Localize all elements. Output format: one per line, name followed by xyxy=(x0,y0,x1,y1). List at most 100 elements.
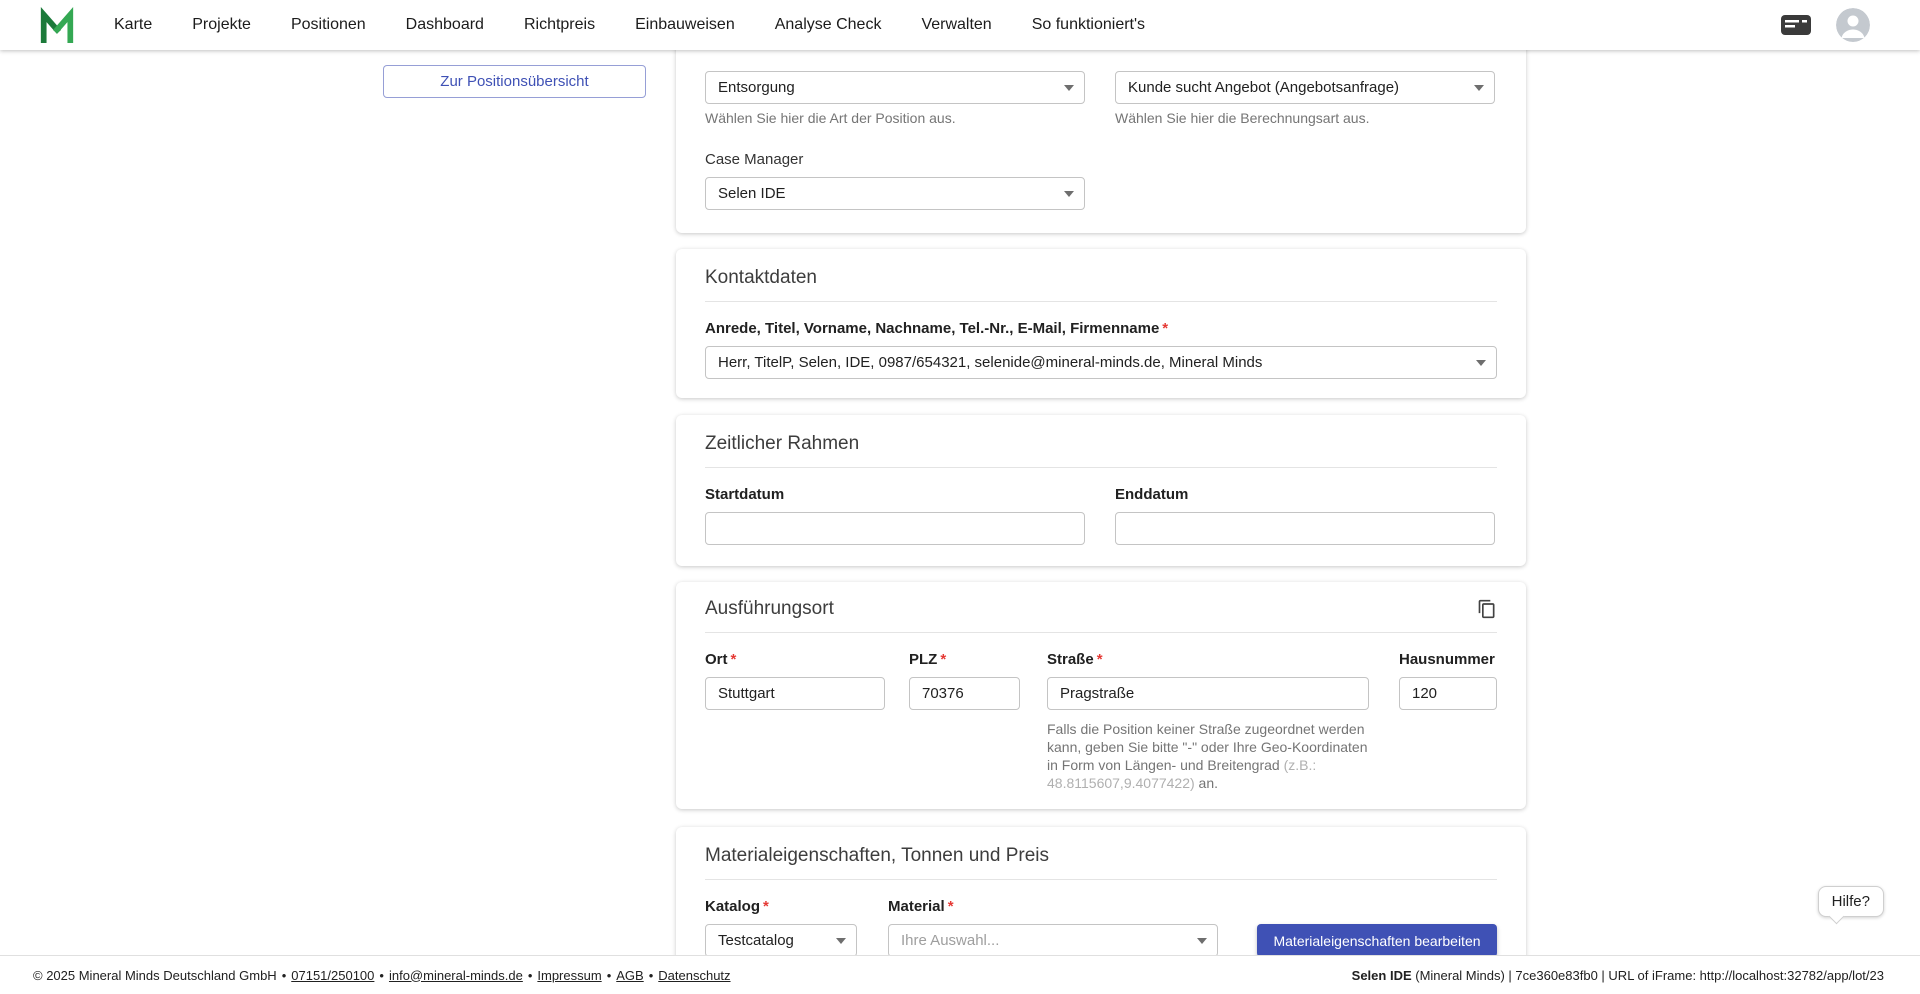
divider xyxy=(705,879,1497,880)
nav-item-positionen[interactable]: Positionen xyxy=(291,0,366,50)
required-asterisk: * xyxy=(1162,320,1168,337)
contact-card: Kontaktdaten Anrede, Titel, Vorname, Nac… xyxy=(676,249,1526,398)
strasse-label-text: Straße xyxy=(1047,651,1094,668)
plz-label: PLZ* xyxy=(909,651,1020,669)
nav-item-so-funktionierts[interactable]: So funktioniert's xyxy=(1032,0,1145,50)
edit-material-properties-button[interactable]: Materialeigenschaften bearbeiten xyxy=(1257,924,1497,957)
footer: © 2025 Mineral Minds Deutschland GmbH • … xyxy=(0,955,1920,994)
divider xyxy=(705,301,1497,302)
copyright-text: © 2025 Mineral Minds Deutschland GmbH xyxy=(33,968,277,983)
katalog-label: Katalog* xyxy=(705,898,857,916)
calculation-type-helper: Wählen Sie hier die Berechnungsart aus. xyxy=(1115,110,1495,127)
impressum-link[interactable]: Impressum xyxy=(537,968,601,983)
chevron-down-icon xyxy=(1474,85,1484,91)
separator: • xyxy=(528,968,533,983)
back-to-positions-button[interactable]: Zur Positionsübersicht xyxy=(383,65,646,98)
contact-select[interactable]: Herr, TitelP, Selen, IDE, 0987/654321, s… xyxy=(705,346,1497,379)
footer-left: © 2025 Mineral Minds Deutschland GmbH • … xyxy=(33,968,731,983)
contact-card-title: Kontaktdaten xyxy=(705,249,1497,289)
required-asterisk: * xyxy=(763,898,769,915)
material-select-placeholder: Ihre Auswahl... xyxy=(901,932,999,949)
nav-links: Karte Projekte Positionen Dashboard Rich… xyxy=(114,0,1145,50)
position-type-helper: Wählen Sie hier die Art der Position aus… xyxy=(705,110,1085,127)
nav-item-analyse-check[interactable]: Analyse Check xyxy=(775,0,882,50)
logo-icon xyxy=(38,6,76,44)
case-manager-value: Selen IDE xyxy=(718,185,786,202)
timeframe-card-title: Zeitlicher Rahmen xyxy=(705,415,1497,455)
chevron-down-icon xyxy=(1064,191,1074,197)
ort-label: Ort* xyxy=(705,651,885,669)
katalog-select[interactable]: Testcatalog xyxy=(705,924,857,957)
session-info: Selen IDE (Mineral Minds) | 7ce360e83fb0… xyxy=(1352,968,1884,983)
enddate-label: Enddatum xyxy=(1115,486,1495,504)
required-asterisk: * xyxy=(940,651,946,668)
contact-field-label-text: Anrede, Titel, Vorname, Nachname, Tel.-N… xyxy=(705,320,1159,337)
top-navbar: Karte Projekte Positionen Dashboard Rich… xyxy=(0,0,1920,50)
nav-item-richtpreis[interactable]: Richtpreis xyxy=(524,0,595,50)
help-button[interactable]: Hilfe? xyxy=(1818,886,1884,917)
separator: • xyxy=(649,968,654,983)
katalog-select-value: Testcatalog xyxy=(718,932,794,949)
calculation-type-select[interactable]: Kunde sucht Angebot (Angebotsanfrage) xyxy=(1115,71,1495,104)
material-label-text: Material xyxy=(888,898,945,915)
plz-label-text: PLZ xyxy=(909,651,937,668)
hausnummer-label: Hausnummer xyxy=(1399,651,1497,669)
location-card-title: Ausführungsort xyxy=(705,598,834,620)
material-card-title: Materialeigenschaften, Tonnen und Preis xyxy=(705,827,1497,867)
nav-item-verwalten[interactable]: Verwalten xyxy=(921,0,991,50)
ort-input[interactable] xyxy=(705,677,885,710)
chevron-down-icon xyxy=(1064,85,1074,91)
session-details: (Mineral Minds) | 7ce360e83fb0 | URL of … xyxy=(1412,968,1884,983)
katalog-label-text: Katalog xyxy=(705,898,760,915)
nav-item-karte[interactable]: Karte xyxy=(114,0,152,50)
separator: • xyxy=(282,968,287,983)
separator: • xyxy=(379,968,384,983)
divider xyxy=(705,632,1497,633)
position-type-select[interactable]: Entsorgung xyxy=(705,71,1085,104)
required-asterisk: * xyxy=(731,651,737,668)
copy-icon[interactable] xyxy=(1477,599,1497,619)
navbar-right xyxy=(1780,8,1870,42)
terminal-icon[interactable] xyxy=(1780,13,1812,37)
location-card: Ausführungsort Ort* PLZ* Straße* xyxy=(676,582,1526,809)
chevron-down-icon xyxy=(1476,360,1486,366)
startdate-label: Startdatum xyxy=(705,486,1085,504)
strasse-label: Straße* xyxy=(1047,651,1369,669)
strasse-helper-end: an. xyxy=(1195,775,1218,791)
material-label: Material* xyxy=(888,898,1218,916)
required-asterisk: * xyxy=(948,898,954,915)
phone-link[interactable]: 07151/250100 xyxy=(291,968,374,983)
case-manager-select[interactable]: Selen IDE xyxy=(705,177,1085,210)
mineral-minds-logo[interactable] xyxy=(38,6,76,44)
timeframe-card: Zeitlicher Rahmen Startdatum Enddatum xyxy=(676,415,1526,566)
required-asterisk: * xyxy=(1097,651,1103,668)
separator: • xyxy=(607,968,612,983)
enddate-input[interactable] xyxy=(1115,512,1495,545)
agb-link[interactable]: AGB xyxy=(616,968,643,983)
chevron-down-icon xyxy=(836,938,846,944)
session-user: Selen IDE xyxy=(1352,968,1412,983)
hausnummer-input[interactable] xyxy=(1399,677,1497,710)
person-icon xyxy=(1836,8,1870,42)
startdate-input[interactable] xyxy=(705,512,1085,545)
chevron-down-icon xyxy=(1197,938,1207,944)
email-link[interactable]: info@mineral-minds.de xyxy=(389,968,523,983)
user-avatar[interactable] xyxy=(1836,8,1870,42)
contact-field-label: Anrede, Titel, Vorname, Nachname, Tel.-N… xyxy=(705,320,1497,338)
plz-input[interactable] xyxy=(909,677,1020,710)
strasse-input[interactable] xyxy=(1047,677,1369,710)
position-settings-card: Entsorgung Wählen Sie hier die Art der P… xyxy=(676,38,1526,233)
divider xyxy=(705,467,1497,468)
nav-item-dashboard[interactable]: Dashboard xyxy=(406,0,484,50)
contact-select-value: Herr, TitelP, Selen, IDE, 0987/654321, s… xyxy=(718,354,1262,371)
strasse-helper: Falls die Position keiner Straße zugeord… xyxy=(1047,720,1369,792)
nav-item-einbauweisen[interactable]: Einbauweisen xyxy=(635,0,735,50)
position-type-value: Entsorgung xyxy=(718,79,795,96)
nav-item-projekte[interactable]: Projekte xyxy=(192,0,251,50)
datenschutz-link[interactable]: Datenschutz xyxy=(658,968,730,983)
ort-label-text: Ort xyxy=(705,651,728,668)
case-manager-label: Case Manager xyxy=(705,151,1497,169)
strasse-helper-main: Falls die Position keiner Straße zugeord… xyxy=(1047,721,1367,773)
material-select[interactable]: Ihre Auswahl... xyxy=(888,924,1218,957)
calculation-type-value: Kunde sucht Angebot (Angebotsanfrage) xyxy=(1128,79,1399,96)
